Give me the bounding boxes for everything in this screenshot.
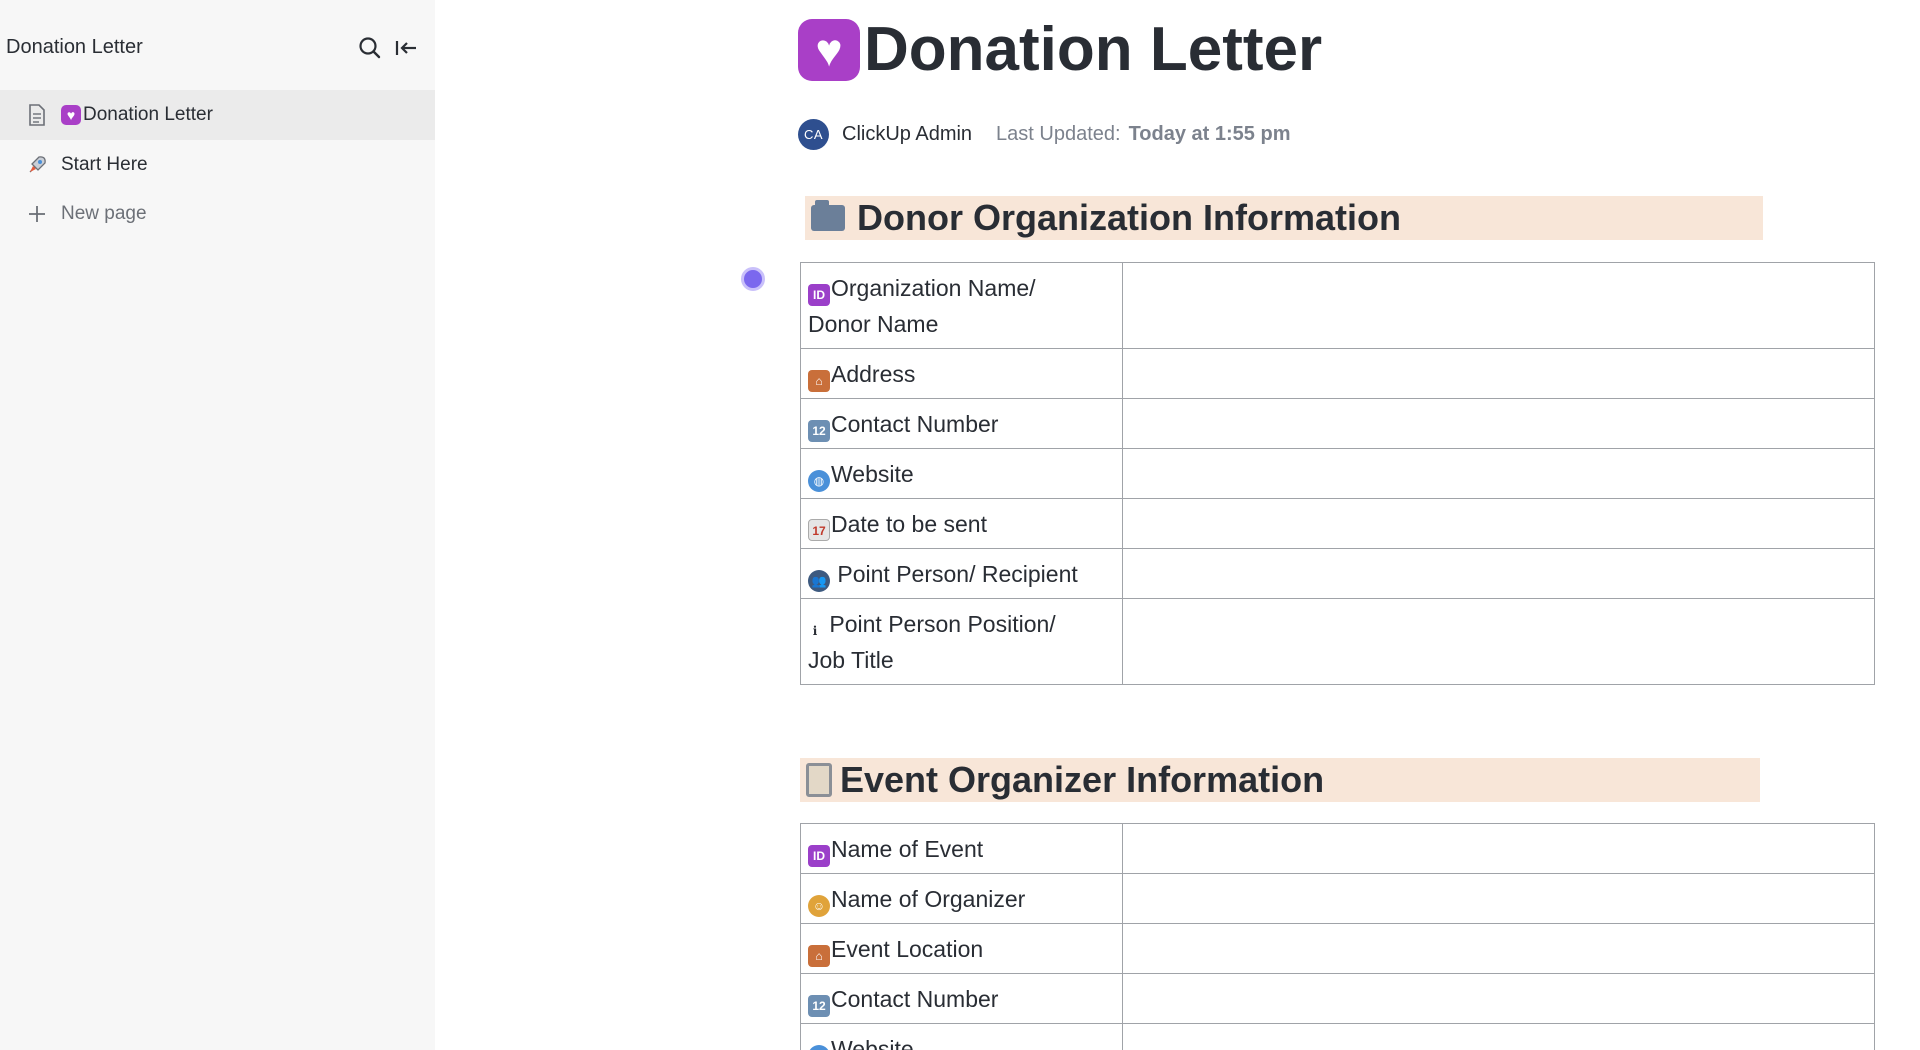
table-cell-label[interactable]: ID Name of Event [800,823,1123,874]
row-label-line: Contact Number [831,411,999,437]
donor-info-table: ID Organization Name/Donor Name ⌂ Address … [800,262,1876,685]
table-cell-label[interactable]: 12 Contact Number [800,973,1123,1024]
table-row: ⌂ Address [800,348,1876,399]
row-label-line: Website [831,461,914,487]
sidebar-item-label: Start Here [61,154,148,175]
table-row: ☺ Name of Organizer [800,873,1876,924]
new-page-button[interactable]: New page [0,189,435,239]
table-row: i Point Person Position/Job Title [800,598,1876,685]
sidebar-item-start-here[interactable]: Start Here [0,140,435,190]
table-cell-label[interactable]: 12 Contact Number [800,398,1123,449]
row-label-line: Event Location [831,936,984,962]
last-updated-label: Last Updated: [996,122,1121,145]
table-row: ⌂ Event Location [800,923,1876,974]
table-cell-value[interactable] [1121,448,1876,499]
table-cell-value[interactable] [1121,1023,1876,1050]
numbers-icon: 12 [808,420,830,442]
sidebar-item-donation-letter[interactable]: ♥ Donation Letter [0,90,435,140]
house-icon: ⌂ [808,370,830,392]
row-label-line: Name of Event [831,836,984,862]
table-cell-label[interactable]: i Point Person Position/Job Title [800,598,1123,685]
people-icon: 👥 [808,570,830,592]
doc-meta: CA ClickUp Admin Last Updated: Today at … [798,118,1290,150]
sidebar-header: Donation Letter [6,30,426,66]
calendar-icon: 17 [808,519,830,541]
globe-icon: ◍ [808,470,830,492]
rocket-icon [25,153,49,177]
table-row: ◍Website [800,448,1876,499]
sidebar-item-label: New page [61,203,147,224]
search-icon[interactable] [356,34,384,62]
row-label-line: Date to be sent [831,511,987,537]
last-updated-value: Today at 1:55 pm [1128,122,1291,145]
row-label-line: Name of Organizer [831,886,1026,912]
table-cell-value[interactable] [1121,498,1876,549]
row-label-line: Job Title [808,647,894,673]
table-cell-value[interactable] [1121,348,1876,399]
table-cell-label[interactable]: ◍Website [800,1023,1123,1050]
id-icon: ID [808,845,830,867]
row-label-line: Donor Name [808,311,939,337]
heart-icon: ♥ [798,18,860,81]
page-title-text: Donation Letter [864,15,1323,84]
table-cell-value[interactable] [1121,873,1876,924]
clipboard-icon [806,763,832,797]
table-cell-label[interactable]: ⌂ Address [800,348,1123,399]
table-cell-value[interactable] [1121,398,1876,449]
author-name[interactable]: ClickUp Admin [842,123,972,146]
collaborator-cursor [741,267,765,291]
table-row: ID Name of Event [800,823,1876,874]
sidebar-title: Donation Letter [6,36,143,58]
sidebar-item-label: Donation Letter [83,104,213,125]
person-icon: ☺ [808,895,830,917]
section-heading-donor[interactable]: Donor Organization Information [805,196,1763,240]
globe-icon: ◍ [808,1045,830,1050]
numbers-icon: 12 [808,995,830,1017]
folder-icon [811,200,845,231]
table-cell-label[interactable]: ID Organization Name/Donor Name [800,262,1123,349]
page-title[interactable]: ♥ Donation Letter [798,14,1322,85]
avatar[interactable]: CA [798,118,829,150]
row-label-line: Organization Name/ [831,275,1036,301]
collapse-sidebar-icon[interactable] [392,34,420,62]
sidebar: Donation Letter ♥ Donation Letter Start … [0,0,435,1050]
table-cell-value[interactable] [1121,262,1876,349]
row-label-line: Point Person/ Recipient [831,561,1078,587]
table-row: 17 Date to be sent [800,498,1876,549]
event-info-table: ID Name of Event ☺ Name of Organizer ⌂ Even… [800,823,1876,1050]
row-label-line: Point Person Position/ [823,611,1056,637]
table-cell-value[interactable] [1121,598,1876,685]
table-row: 12 Contact Number [800,973,1876,1024]
table-cell-value[interactable] [1121,973,1876,1024]
table-cell-label[interactable]: 👥 Point Person/ Recipient [800,548,1123,599]
id-icon: ID [808,284,830,306]
table-cell-label[interactable]: ⌂ Event Location [800,923,1123,974]
section-heading-event[interactable]: Event Organizer Information [800,758,1760,802]
table-row: ID Organization Name/Donor Name [800,262,1876,349]
table-row: ◍Website [800,1023,1876,1050]
table-row: 12 Contact Number [800,398,1876,449]
document-icon [25,103,49,127]
table-row: 👥 Point Person/ Recipient [800,548,1876,599]
heart-icon: ♥ [61,105,81,125]
table-cell-value[interactable] [1121,923,1876,974]
section-heading-text: Event Organizer Information [840,759,1325,800]
table-cell-label[interactable]: ◍Website [800,448,1123,499]
info-icon: i [812,624,818,638]
house-icon: ⌂ [808,945,830,967]
table-cell-value[interactable] [1121,823,1876,874]
table-cell-value[interactable] [1121,548,1876,599]
table-cell-label[interactable]: ☺ Name of Organizer [800,873,1123,924]
section-heading-text: Donor Organization Information [857,197,1401,238]
row-label-line: Contact Number [831,986,999,1012]
plus-icon [25,202,49,226]
table-cell-label[interactable]: 17 Date to be sent [800,498,1123,549]
row-label-line: Website [831,1036,914,1050]
row-label-line: Address [831,361,916,387]
